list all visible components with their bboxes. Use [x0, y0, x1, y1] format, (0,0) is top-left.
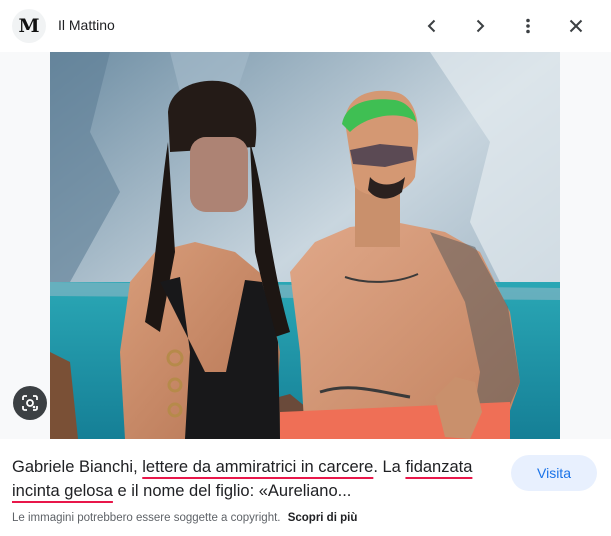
previous-button[interactable]: [418, 12, 446, 40]
google-lens-icon: [22, 395, 38, 411]
source-logo[interactable]: M: [12, 9, 46, 43]
close-icon: [569, 19, 583, 33]
chevron-left-icon: [427, 19, 436, 33]
learn-more-link[interactable]: Scopri di più: [288, 512, 358, 524]
copyright-text: Le immagini potrebbero essere soggette a…: [12, 512, 281, 524]
caption-highlight: lettere da ammiratrici in carcere: [142, 458, 374, 476]
image-caption-link[interactable]: Gabriele Bianchi, lettere da ammiratrici…: [12, 455, 492, 503]
preview-image[interactable]: [50, 52, 560, 439]
source-name[interactable]: Il Mattino: [58, 17, 115, 33]
caption-text: e il nome del figlio: «Aureliano...: [112, 482, 352, 500]
visit-button[interactable]: Visita: [511, 455, 597, 491]
next-button[interactable]: [466, 12, 494, 40]
image-preview-area: [0, 52, 611, 439]
copyright-notice: Le immagini potrebbero essere soggette a…: [12, 512, 357, 524]
caption-text: . La: [373, 458, 406, 476]
close-button[interactable]: [562, 12, 590, 40]
search-image-button[interactable]: [13, 386, 47, 420]
more-vert-icon: [526, 18, 530, 34]
source-logo-letter: M: [18, 15, 40, 37]
more-options-button[interactable]: [514, 12, 542, 40]
viewer-header: M Il Mattino: [0, 0, 611, 52]
chevron-right-icon: [476, 19, 485, 33]
caption-text: Gabriele Bianchi,: [12, 458, 143, 476]
